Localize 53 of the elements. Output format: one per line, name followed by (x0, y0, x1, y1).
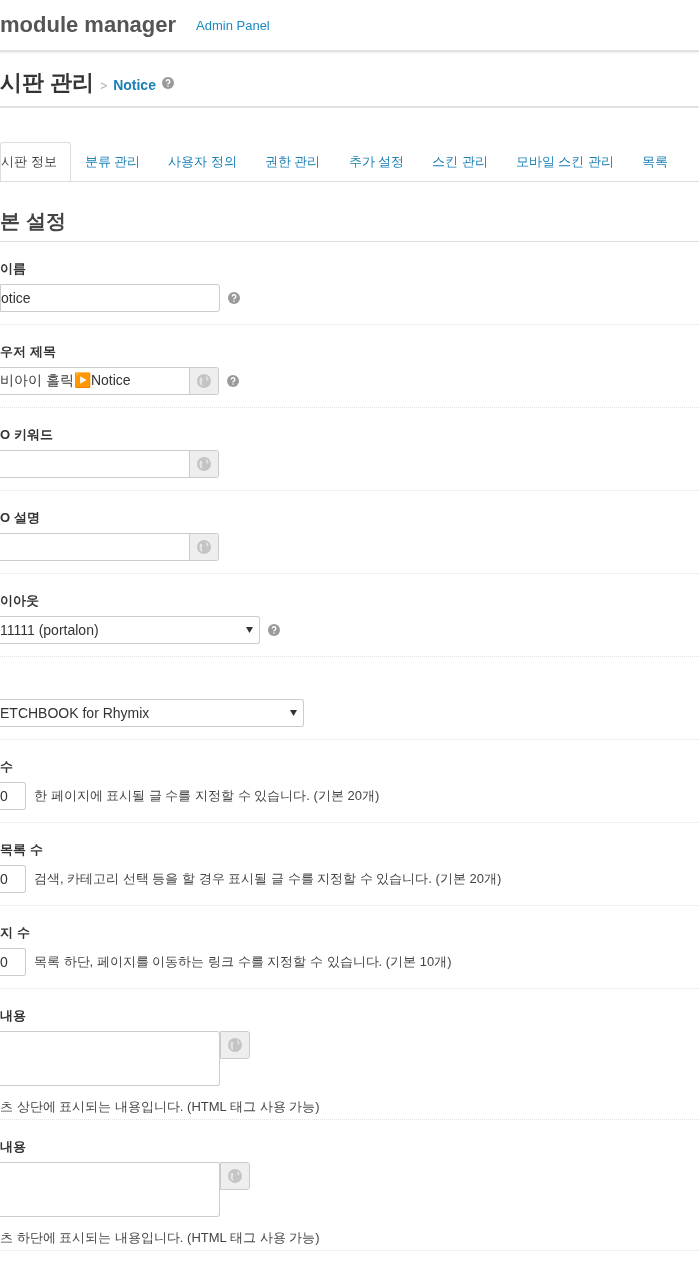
language-button[interactable] (220, 1031, 250, 1059)
field-label: O 설명 (0, 509, 41, 525)
breadcrumb-separator: > (100, 79, 108, 93)
tab[interactable]: 모바일 스킨 관리 (501, 142, 628, 181)
field-label: 지 수 (0, 924, 31, 940)
field-description: 한 페이지에 표시될 글 수를 지정할 수 있습니다. (기본 20개) (34, 787, 380, 805)
field-label: 우저 제목 (0, 343, 57, 359)
field-label: O 키워드 (0, 426, 54, 442)
field-label: 내용 (0, 1007, 27, 1023)
text-field[interactable] (0, 533, 219, 561)
language-button[interactable] (220, 1162, 250, 1190)
globe-icon (197, 540, 211, 554)
field-label: 수 (0, 758, 14, 774)
tab[interactable]: 권한 관리 (250, 142, 335, 181)
number-field[interactable]: 0 (0, 782, 26, 810)
field-description: 목록 하단, 페이지를 이동하는 링크 수를 지정할 수 있습니다. (기본 10개) (34, 953, 452, 971)
number-field[interactable]: 0 (0, 865, 26, 893)
text-area[interactable] (0, 1162, 220, 1217)
help-icon[interactable] (227, 375, 239, 387)
globe-icon (197, 457, 211, 471)
text-field[interactable] (0, 450, 219, 478)
caret-icon (290, 710, 297, 716)
tab[interactable]: 추가 설정 (334, 142, 419, 181)
tab[interactable]: 시판 정보 (0, 142, 71, 181)
field-description: 츠 하단에 표시되는 내용입니다. (HTML 태그 사용 가능) (0, 1229, 321, 1247)
text-field[interactable]: 비아이 홀릭▶Notice (0, 367, 219, 395)
help-icon[interactable] (161, 77, 174, 89)
globe-icon (228, 1038, 242, 1052)
admin-link[interactable]: Admin Panel (196, 17, 270, 33)
field-description: 검색, 카테고리 선택 등을 할 경우 표시될 글 수를 지정할 수 있습니다. (기본 20개) (34, 870, 502, 888)
page-title: 시판 관리 (0, 69, 95, 97)
globe-icon (197, 374, 211, 388)
tab[interactable]: 분류 관리 (70, 142, 155, 181)
field-label: 내용 (0, 1138, 27, 1154)
tab[interactable]: 사용자 정의 (154, 142, 251, 181)
text-field[interactable]: otice (0, 284, 220, 312)
module-name: Notice (113, 77, 156, 93)
field-label: 목록 수 (0, 841, 44, 857)
tab[interactable]: 목록 (628, 142, 682, 181)
text-area[interactable] (0, 1031, 220, 1086)
globe-icon (228, 1169, 242, 1183)
help-icon[interactable] (228, 292, 240, 304)
field-description: 츠 상단에 표시되는 내용입니다. (HTML 태그 사용 가능) (0, 1098, 321, 1116)
caret-icon (246, 627, 253, 633)
dropdown[interactable]: 11111 (portalon) (0, 616, 260, 644)
number-field[interactable]: 0 (0, 948, 26, 976)
help-icon[interactable] (268, 624, 280, 636)
field-label: 이름 (0, 260, 27, 276)
tab[interactable]: 스킨 관리 (418, 142, 502, 181)
dropdown[interactable]: ETCHBOOK for Rhymix (0, 699, 304, 727)
section-heading: 본 설정 (0, 182, 699, 242)
site-title: module manager (0, 12, 177, 38)
field-label: 이아웃 (0, 592, 40, 608)
